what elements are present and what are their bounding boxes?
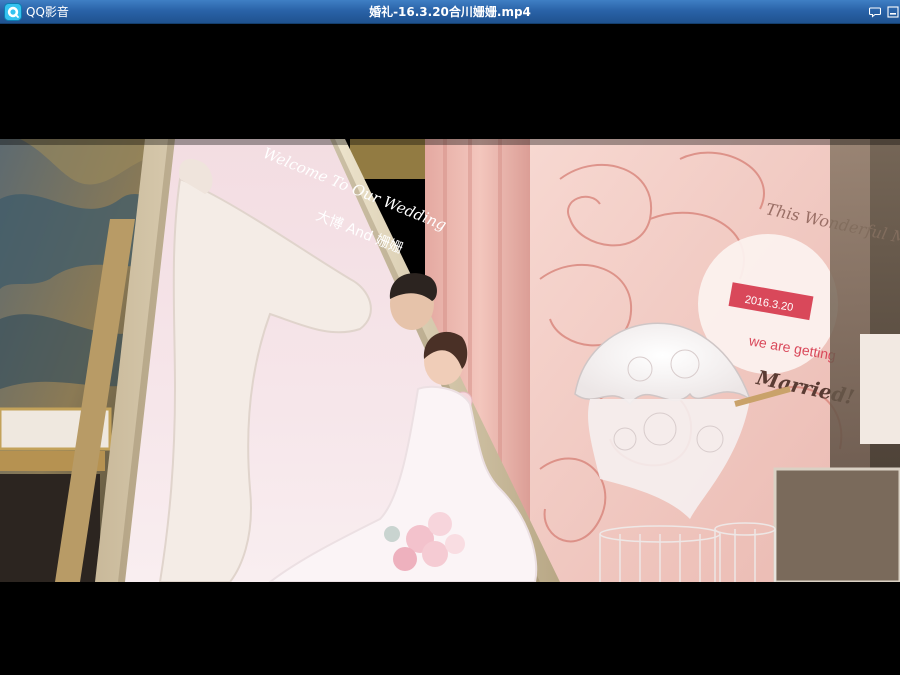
minimize-icon[interactable]	[887, 6, 899, 18]
video-area[interactable]: This Wonderful Moment 2016.3.20 we are g…	[0, 24, 900, 675]
wedding-scene: This Wonderful Moment 2016.3.20 we are g…	[0, 139, 900, 582]
file-title: 婚礼-16.3.20合川姗姗.mp4	[369, 5, 531, 19]
app-name: QQ影音	[26, 5, 69, 19]
qq-player-logo-icon	[4, 3, 22, 21]
title-bar[interactable]: QQ影音 婚礼-16.3.20合川姗姗.mp4	[0, 0, 900, 24]
video-frame[interactable]: This Wonderful Moment 2016.3.20 we are g…	[0, 139, 900, 582]
player-window: QQ影音 婚礼-16.3.20合川姗姗.mp4 This 2016.3.20 w…	[0, 0, 900, 675]
chat-bubble-icon[interactable]	[869, 6, 881, 18]
